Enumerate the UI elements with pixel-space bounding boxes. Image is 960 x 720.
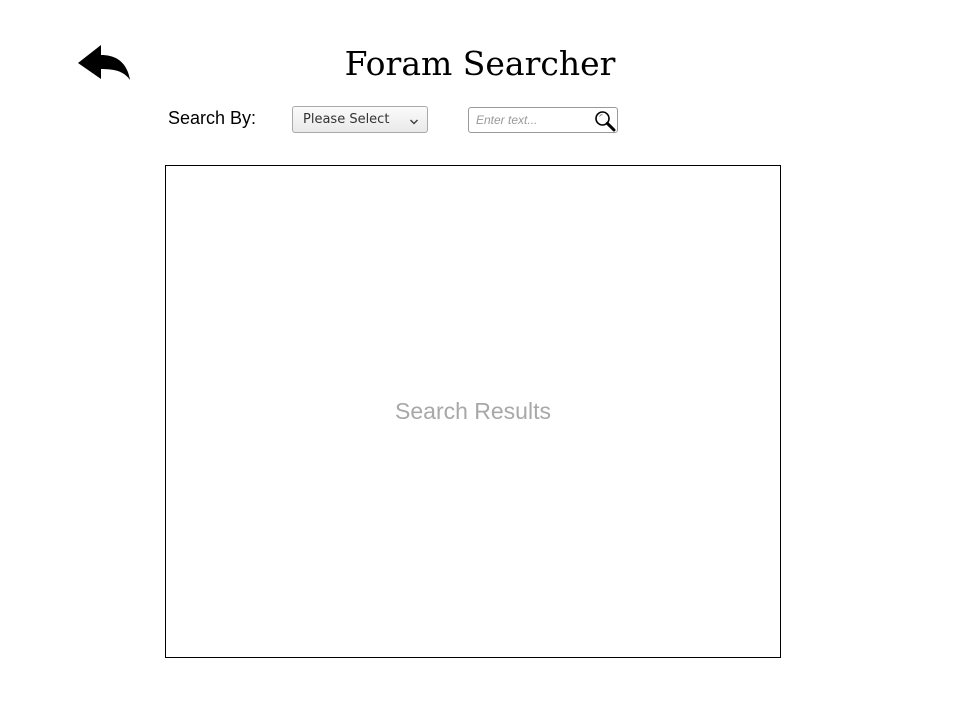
chevron-down-icon xyxy=(409,114,419,125)
select-value: Please Select xyxy=(303,112,390,127)
search-by-select[interactable]: Please Select xyxy=(292,106,428,133)
search-field xyxy=(468,107,618,133)
search-icon[interactable] xyxy=(593,109,617,133)
search-by-label: Search By: xyxy=(168,108,257,128)
search-input[interactable] xyxy=(473,111,591,129)
page-title: Foram Searcher xyxy=(344,44,616,83)
search-results-panel: Search Results xyxy=(165,165,781,658)
search-results-placeholder: Search Results xyxy=(395,398,551,424)
